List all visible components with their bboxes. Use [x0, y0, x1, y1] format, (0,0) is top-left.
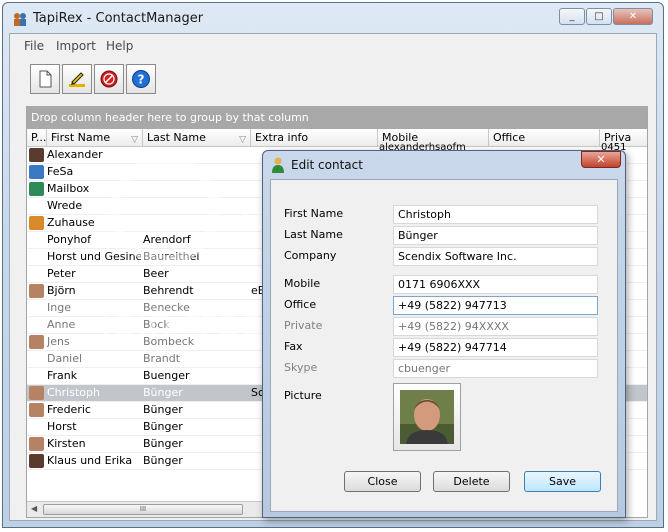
- company-field[interactable]: Scendix Software Inc.: [393, 247, 598, 266]
- cell-last-name: Baureithel: [143, 250, 200, 263]
- cell-first-name: Mailbox: [47, 182, 90, 195]
- cell-last-name: Buenger: [143, 369, 190, 382]
- company-label: Company: [284, 249, 337, 262]
- column-first-name[interactable]: First Name ▽: [47, 129, 143, 147]
- new-document-icon: [39, 70, 52, 88]
- picture-button[interactable]: [393, 383, 461, 451]
- cell-first-name: Wrede: [47, 199, 83, 212]
- cell-last-name: Bombeck: [143, 335, 195, 348]
- first-name-label: First Name: [284, 207, 344, 220]
- close-window-button[interactable]: ✕: [613, 8, 653, 25]
- contact-photo: [400, 390, 454, 444]
- cell-first-name: Frank: [47, 369, 78, 382]
- office-field[interactable]: +49 (5822) 947713: [393, 296, 598, 315]
- cell-last-name: Benecke: [143, 301, 190, 314]
- office-label: Office: [284, 298, 317, 311]
- new-contact-button[interactable]: [30, 64, 60, 94]
- pencil-icon: [69, 72, 85, 87]
- mobile-label: Mobile: [284, 277, 321, 290]
- cell-first-name: FeSa: [47, 165, 74, 178]
- cell-first-name: Peter: [47, 267, 76, 280]
- cell-last-name: Bünger: [143, 437, 183, 450]
- menu-help[interactable]: Help: [106, 39, 133, 53]
- delete-button[interactable]: Delete: [433, 471, 510, 492]
- private-field[interactable]: +49 (5822) 94XXXX: [393, 317, 598, 336]
- dialog-close-button[interactable]: ✕: [581, 151, 621, 168]
- avatar: [29, 386, 44, 400]
- fax-label: Fax: [284, 340, 303, 353]
- avatar: [29, 335, 44, 349]
- mobile-field[interactable]: 0171 6906XXX: [393, 275, 598, 294]
- column-last-name[interactable]: Last Name ▽: [143, 129, 251, 147]
- dialog-title: Edit contact: [291, 158, 363, 172]
- cell-first-name: Frederic: [47, 403, 91, 416]
- cell-last-name: Bock: [143, 318, 170, 331]
- fax-field[interactable]: +49 (5822) 947714: [393, 338, 598, 357]
- help-button[interactable]: ?: [126, 64, 156, 94]
- menu-file[interactable]: File: [24, 39, 44, 53]
- cell-first-name: Jens: [47, 335, 70, 348]
- cell-first-name: Horst und Gesine: [47, 250, 141, 263]
- avatar: [29, 148, 44, 162]
- cell-first-name: Ponyhof: [47, 233, 92, 246]
- cell-last-name: Bünger: [143, 386, 183, 399]
- cell-last-name: Bünger: [143, 420, 183, 433]
- minimize-button[interactable]: _: [559, 8, 585, 25]
- delete-contact-button[interactable]: [94, 64, 124, 94]
- contact-icon: [272, 157, 284, 173]
- cell-first-name: Björn: [47, 284, 76, 297]
- avatar: [29, 284, 44, 298]
- cell-first-name: Christoph: [47, 386, 100, 399]
- no-entry-icon: [100, 70, 118, 88]
- skype-field[interactable]: cbuenger: [393, 359, 598, 378]
- menu-import[interactable]: Import: [56, 39, 96, 53]
- menu-bar: File Import Help: [10, 34, 656, 56]
- cell-last-name: Behrendt: [143, 284, 194, 297]
- private-label: Private: [284, 319, 323, 332]
- last-name-field[interactable]: Bünger: [393, 226, 598, 245]
- avatar: [29, 437, 44, 451]
- scroll-left-icon[interactable]: ◀: [31, 504, 37, 513]
- avatar: [29, 165, 44, 179]
- first-name-field[interactable]: Christoph: [393, 205, 598, 224]
- avatar: [29, 403, 44, 417]
- avatar: [29, 216, 44, 230]
- save-button[interactable]: Save: [524, 471, 601, 492]
- column-picture[interactable]: P...: [27, 129, 47, 147]
- cell-first-name: Inge: [47, 301, 71, 314]
- last-name-label: Last Name: [284, 228, 343, 241]
- scroll-thumb[interactable]: III: [43, 504, 243, 515]
- dialog-body: First Name Christoph Last Name Bünger Compan…: [270, 179, 618, 512]
- help-icon: ?: [132, 70, 150, 88]
- close-button[interactable]: Close: [344, 471, 421, 492]
- maximize-button[interactable]: □: [586, 8, 612, 25]
- cell-first-name: Alexander: [47, 148, 103, 161]
- cell-last-name: Bünger: [143, 403, 183, 416]
- avatar: [29, 454, 44, 468]
- cell-first-name: Daniel: [47, 352, 83, 365]
- toolbar: ?: [10, 58, 656, 100]
- cell-last-name: Brandt: [143, 352, 181, 365]
- cell-first-name: Horst: [47, 420, 77, 433]
- cell-first-name: Klaus und Erika: [47, 454, 133, 467]
- column-extra-info[interactable]: Extra info: [251, 129, 378, 147]
- edit-contact-dialog: Edit contact ✕ First Name Christoph Last N…: [262, 150, 626, 518]
- cell-last-name: Arendorf: [143, 233, 191, 246]
- column-office[interactable]: Office: [489, 129, 600, 147]
- svg-text:?: ?: [138, 73, 145, 87]
- picture-label: Picture: [284, 389, 322, 402]
- cell-first-name: Anne: [47, 318, 76, 331]
- skype-label: Skype: [284, 361, 318, 374]
- cell-last-name: Bünger: [143, 454, 183, 467]
- avatar: [29, 182, 44, 196]
- cell-first-name: Kirsten: [47, 437, 86, 450]
- cell-first-name: Zuhause: [47, 216, 95, 229]
- title-bar[interactable]: TapiRex - ContactManager _ □ ✕: [3, 3, 663, 33]
- cell-last-name: Beer: [143, 267, 169, 280]
- app-icon: [14, 13, 26, 26]
- edit-contact-button[interactable]: [62, 64, 92, 94]
- group-by-area[interactable]: Drop column header here to group by that…: [27, 107, 647, 129]
- window-title: TapiRex - ContactManager: [33, 11, 204, 26]
- horizontal-scrollbar[interactable]: ◀ III: [27, 501, 265, 517]
